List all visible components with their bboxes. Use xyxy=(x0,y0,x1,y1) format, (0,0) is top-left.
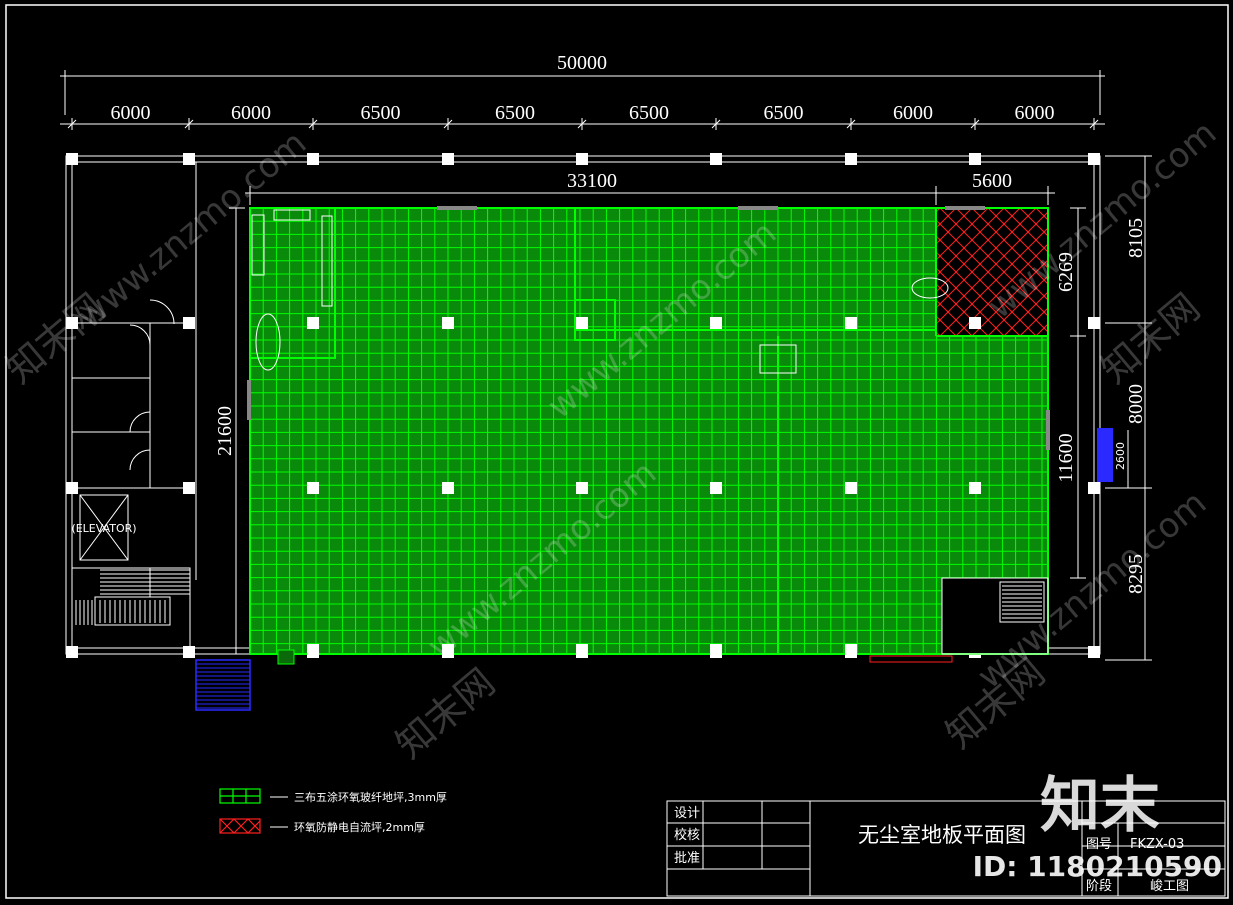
drawing-title: 无尘室地板平面图 xyxy=(858,823,1026,847)
tb-design-label: 设计 xyxy=(674,806,700,821)
tb-check-label: 校核 xyxy=(674,827,700,843)
vent-square xyxy=(845,644,857,656)
column xyxy=(576,153,588,165)
column xyxy=(969,153,981,165)
column xyxy=(66,153,78,165)
dim-span-1: 6000 xyxy=(111,102,151,124)
dim-span-2: 6000 xyxy=(231,102,271,124)
vent-square xyxy=(710,644,722,656)
watermark-id: ID: 1180210590 xyxy=(973,850,1222,883)
dim-right-2: 8000 xyxy=(1125,384,1147,424)
floor-plan-drawing: 50000 6000 6000 6500 6500 6500 6500 6000 6000 (… xyxy=(0,4,1229,899)
entrance-door xyxy=(1097,428,1113,482)
vent-square xyxy=(442,482,454,494)
legend-label-green: 三布五涂环氧玻纤地坪,3mm厚 xyxy=(294,790,447,804)
vent-square xyxy=(710,482,722,494)
vent-square xyxy=(845,482,857,494)
vent-square xyxy=(307,317,319,329)
column xyxy=(183,153,195,165)
vent-square xyxy=(710,317,722,329)
dim-span-5: 6500 xyxy=(629,102,669,124)
entrance-ramp xyxy=(195,659,251,711)
legend-red-swatch xyxy=(219,818,261,834)
dim-span-8: 6000 xyxy=(1015,102,1055,124)
dim-span-6: 6500 xyxy=(764,102,804,124)
vent-square xyxy=(845,317,857,329)
legend-green-swatch xyxy=(219,788,261,804)
watermark-cn-2: 知末网 xyxy=(388,660,504,767)
vent-square xyxy=(576,644,588,656)
vent-square xyxy=(307,482,319,494)
dim-inner-height: 11600 xyxy=(1055,433,1077,482)
vent-square xyxy=(576,317,588,329)
vent-square xyxy=(969,317,981,329)
vent-square xyxy=(442,317,454,329)
column xyxy=(1088,317,1100,329)
watermark-brand: 知末 xyxy=(1040,771,1160,841)
red-threshold xyxy=(869,655,953,663)
elevator-label: (ELEVATOR) xyxy=(71,522,136,535)
column xyxy=(1088,482,1100,494)
dim-span-7: 6000 xyxy=(893,102,933,124)
column xyxy=(442,153,454,165)
dim-span-4: 6500 xyxy=(495,102,535,124)
watermark-cn-4: 知末网 xyxy=(1093,285,1209,392)
dim-left-height: 21600 xyxy=(214,406,236,456)
dim-inner-width: 33100 xyxy=(567,170,617,192)
vent-square xyxy=(307,644,319,656)
cleanroom-floor-fill xyxy=(250,208,1048,654)
top-dimensions xyxy=(60,70,1105,130)
vent-square xyxy=(969,482,981,494)
legend-label-red: 环氧防静电自流坪,2mm厚 xyxy=(294,820,425,834)
column xyxy=(845,153,857,165)
column xyxy=(1088,153,1100,165)
vent-square xyxy=(576,482,588,494)
watermark-cn-1: 知末网 xyxy=(0,285,113,392)
green-hatch-block xyxy=(277,649,295,665)
dim-span-3: 6500 xyxy=(361,102,401,124)
column xyxy=(1088,646,1100,658)
dim-total-width: 50000 xyxy=(557,52,607,74)
tb-approve-label: 批准 xyxy=(674,851,700,866)
legend: 三布五涂环氧玻纤地坪,3mm厚 环氧防静电自流坪,2mm厚 xyxy=(219,788,447,834)
dim-inner-right: 5600 xyxy=(972,170,1012,192)
column xyxy=(710,153,722,165)
door-width-label: 2600 xyxy=(1114,442,1127,470)
